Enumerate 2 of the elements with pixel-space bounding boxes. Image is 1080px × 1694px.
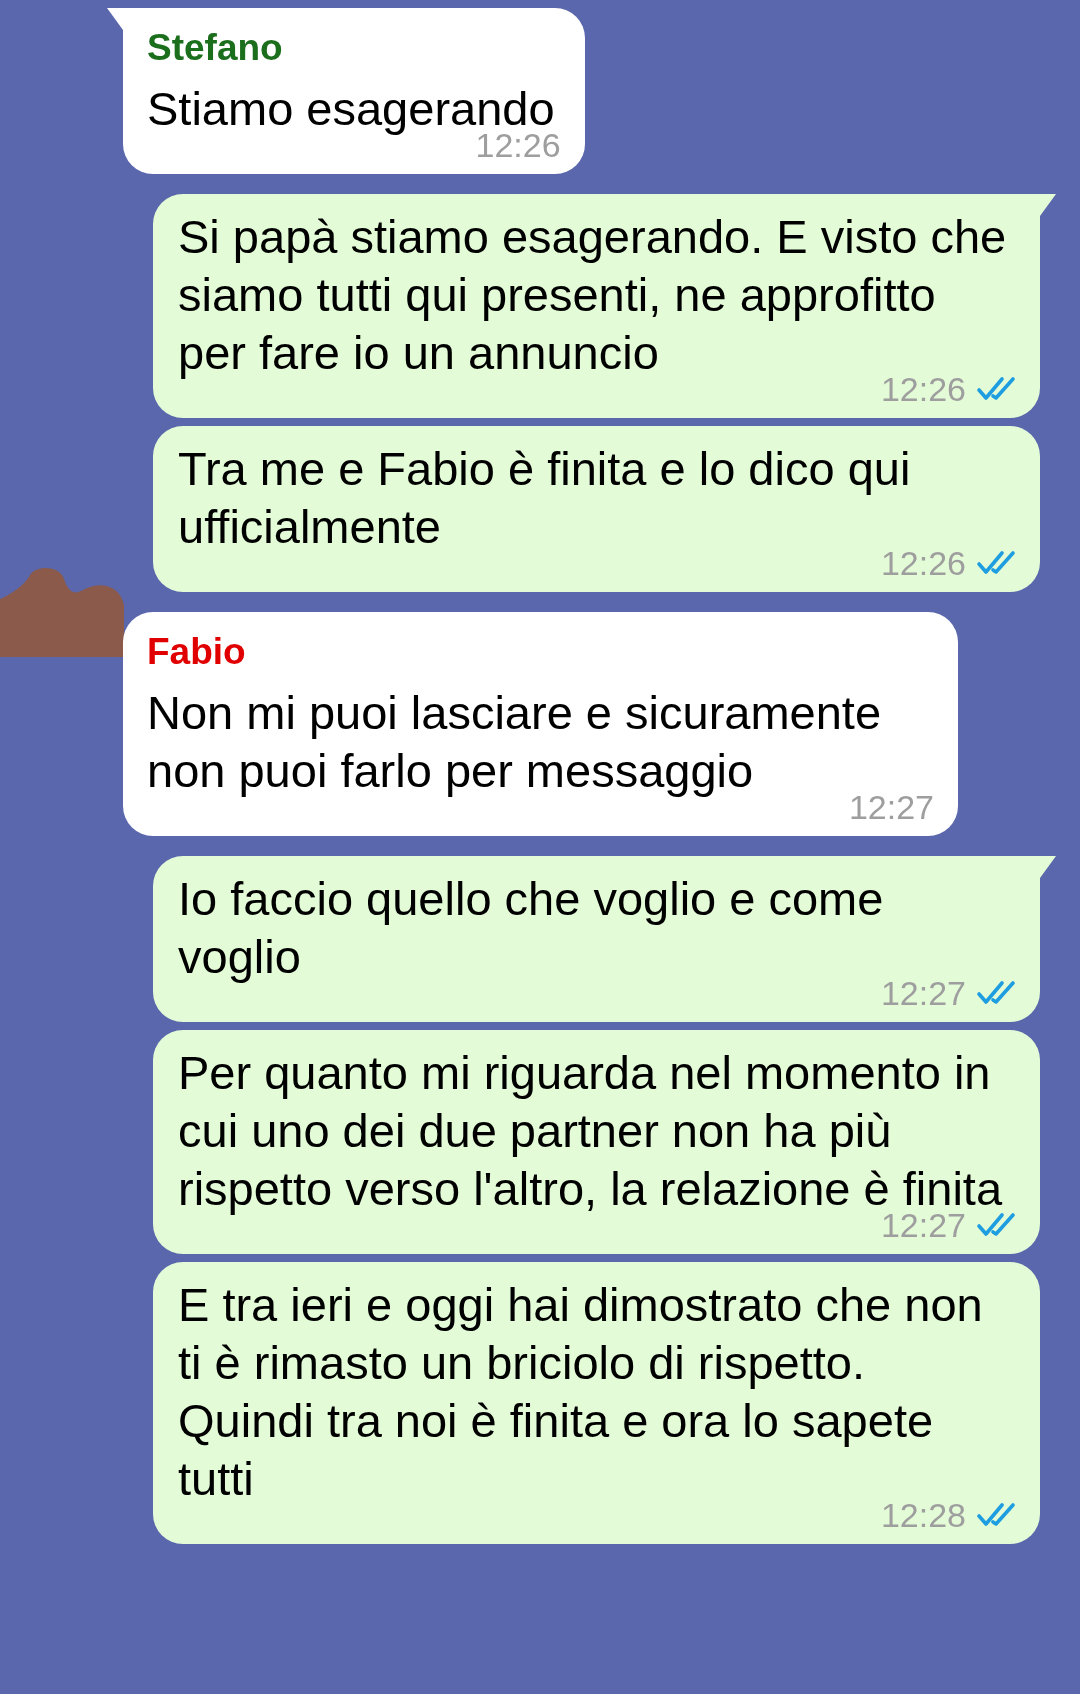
sender-name: Fabio [147,630,247,674]
sender-name: Stefano [147,26,284,70]
